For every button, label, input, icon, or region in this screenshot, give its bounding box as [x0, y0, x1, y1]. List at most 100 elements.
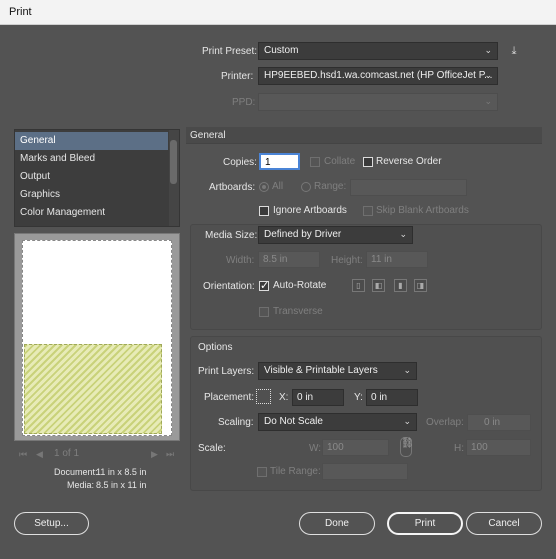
artboards-range-label: Range:	[314, 181, 347, 192]
copies-label: Copies:	[223, 157, 257, 168]
scaling-value: Do Not Scale	[264, 416, 323, 427]
artboards-label: Artboards:	[209, 182, 256, 193]
ignore-artboards-label: Ignore Artboards	[273, 205, 347, 216]
preview-page	[22, 240, 172, 436]
chevron-down-icon: ⌄	[403, 416, 411, 426]
general-section-header: General	[186, 127, 542, 144]
title-bar: Print	[0, 0, 556, 25]
print-preset-value: Custom	[264, 45, 299, 56]
media-size-label: Media Size:	[205, 230, 258, 241]
ppd-label: PPD:	[232, 97, 256, 108]
print-layers-value: Visible & Printable Layers	[264, 365, 378, 376]
overlap-label: Overlap:	[426, 417, 464, 428]
artboards-range-radio	[301, 182, 311, 192]
portrait-orientation-icon[interactable]: ▯	[352, 279, 365, 292]
scale-h-field: 100	[466, 439, 531, 456]
sidebar-item-graphics[interactable]: Graphics	[15, 186, 168, 204]
placement-y-field[interactable]: 0 in	[366, 389, 418, 406]
next-page-icon: ▶	[151, 449, 158, 459]
skip-blank-artboards-label: Skip Blank Artboards	[376, 205, 469, 216]
scale-label: Scale:	[198, 443, 226, 454]
overlap-field: 0 in	[467, 414, 531, 431]
artboards-range-field	[350, 179, 467, 196]
copies-field[interactable]: 1	[259, 153, 300, 170]
previous-page-icon: ◀	[36, 449, 43, 459]
print-preset-select[interactable]: Custom ⌄	[258, 42, 498, 60]
collate-checkbox	[310, 157, 320, 167]
sidebar-item-output[interactable]: Output	[15, 168, 168, 186]
width-field: 8.5 in	[258, 251, 320, 268]
chevron-down-icon: ⌄	[484, 45, 492, 55]
media-size-select[interactable]: Defined by Driver ⌄	[258, 226, 413, 244]
media-size: 8.5 in x 11 in	[96, 480, 147, 490]
setup-button[interactable]: Setup...	[14, 512, 89, 535]
width-label: Width:	[226, 255, 255, 266]
skip-blank-artboards-checkbox	[363, 206, 373, 216]
sidebar-item-marks-and-bleed[interactable]: Marks and Bleed	[15, 150, 168, 168]
printer-value: HP9EEBED.hsd1.wa.comcast.net (HP OfficeJ…	[264, 70, 493, 81]
tile-range-field	[322, 463, 408, 480]
print-preview	[14, 233, 180, 441]
sidebar-item-general[interactable]: General	[15, 132, 168, 150]
document-size: 11 in x 8.5 in	[96, 467, 147, 477]
scrollbar-thumb[interactable]	[170, 140, 177, 184]
category-list[interactable]: General Marks and Bleed Output Graphics …	[14, 129, 180, 227]
cancel-button[interactable]: Cancel	[466, 512, 542, 535]
placement-y-label: Y:	[354, 392, 363, 403]
landscape-flipped-orientation-icon[interactable]: ◨	[414, 279, 427, 292]
scaling-label: Scaling:	[218, 417, 254, 428]
ppd-select: ⌄	[258, 93, 498, 111]
auto-rotate-label: Auto-Rotate	[273, 280, 327, 291]
scaling-select[interactable]: Do Not Scale ⌄	[258, 413, 417, 431]
scale-h-label: H:	[454, 443, 464, 454]
print-layers-label: Print Layers:	[198, 366, 255, 377]
scale-w-field: 100	[322, 439, 389, 456]
overlap-value: 0 in	[484, 417, 501, 428]
general-section-title: General	[190, 130, 226, 141]
placement-grid-icon[interactable]	[256, 389, 271, 404]
window-title: Print	[9, 6, 32, 18]
document-label: Document:	[54, 467, 98, 477]
list-scrollbar[interactable]	[169, 130, 179, 226]
save-preset-icon[interactable]: ⤓	[508, 45, 520, 57]
first-page-icon: ⏮	[19, 449, 28, 459]
printer-label: Printer:	[221, 71, 254, 82]
placement-label: Placement:	[204, 392, 255, 403]
tile-range-label: Tile Range:	[270, 466, 321, 477]
link-constrain-icon: ⛓	[400, 437, 414, 457]
reverse-order-label: Reverse Order	[376, 156, 442, 167]
chevron-down-icon: ⌄	[403, 365, 411, 375]
print-preset-label: Print Preset:	[202, 46, 258, 57]
portrait-flipped-orientation-icon[interactable]: ▮	[394, 279, 407, 292]
printer-select[interactable]: HP9EEBED.hsd1.wa.comcast.net (HP OfficeJ…	[258, 67, 498, 85]
height-field: 11 in	[366, 251, 428, 268]
transverse-label: Transverse	[273, 306, 323, 317]
orientation-label: Orientation:	[203, 281, 255, 292]
print-button[interactable]: Print	[387, 512, 463, 535]
height-label: Height:	[331, 255, 363, 266]
chevron-down-icon: ⌄	[484, 96, 492, 106]
media-size-value: Defined by Driver	[264, 229, 342, 240]
page-navigation: 1 of 1	[54, 448, 80, 459]
print-layers-select[interactable]: Visible & Printable Layers ⌄	[258, 362, 417, 380]
options-section-title: Options	[198, 342, 233, 353]
scale-w-label: W:	[309, 443, 322, 454]
printable-area-outline	[22, 240, 172, 436]
done-button[interactable]: Done	[299, 512, 375, 535]
artboards-all-label: All	[272, 181, 284, 192]
collate-label: Collate	[324, 156, 356, 167]
ignore-artboards-checkbox[interactable]	[259, 206, 269, 216]
auto-rotate-checkbox[interactable]	[259, 279, 269, 292]
chevron-down-icon: ⌄	[484, 70, 492, 80]
transverse-checkbox	[259, 307, 269, 317]
media-label: Media:	[67, 480, 95, 490]
chevron-down-icon: ⌄	[399, 229, 407, 239]
last-page-icon: ⏭	[166, 449, 175, 459]
artboards-all-radio	[259, 182, 269, 192]
placement-x-label: X:	[279, 392, 289, 403]
sidebar-item-color-management[interactable]: Color Management	[15, 204, 168, 222]
reverse-order-checkbox[interactable]	[363, 157, 373, 167]
landscape-orientation-icon[interactable]: ◧	[372, 279, 385, 292]
tile-range-checkbox	[257, 467, 267, 477]
placement-x-field[interactable]: 0 in	[292, 389, 344, 406]
